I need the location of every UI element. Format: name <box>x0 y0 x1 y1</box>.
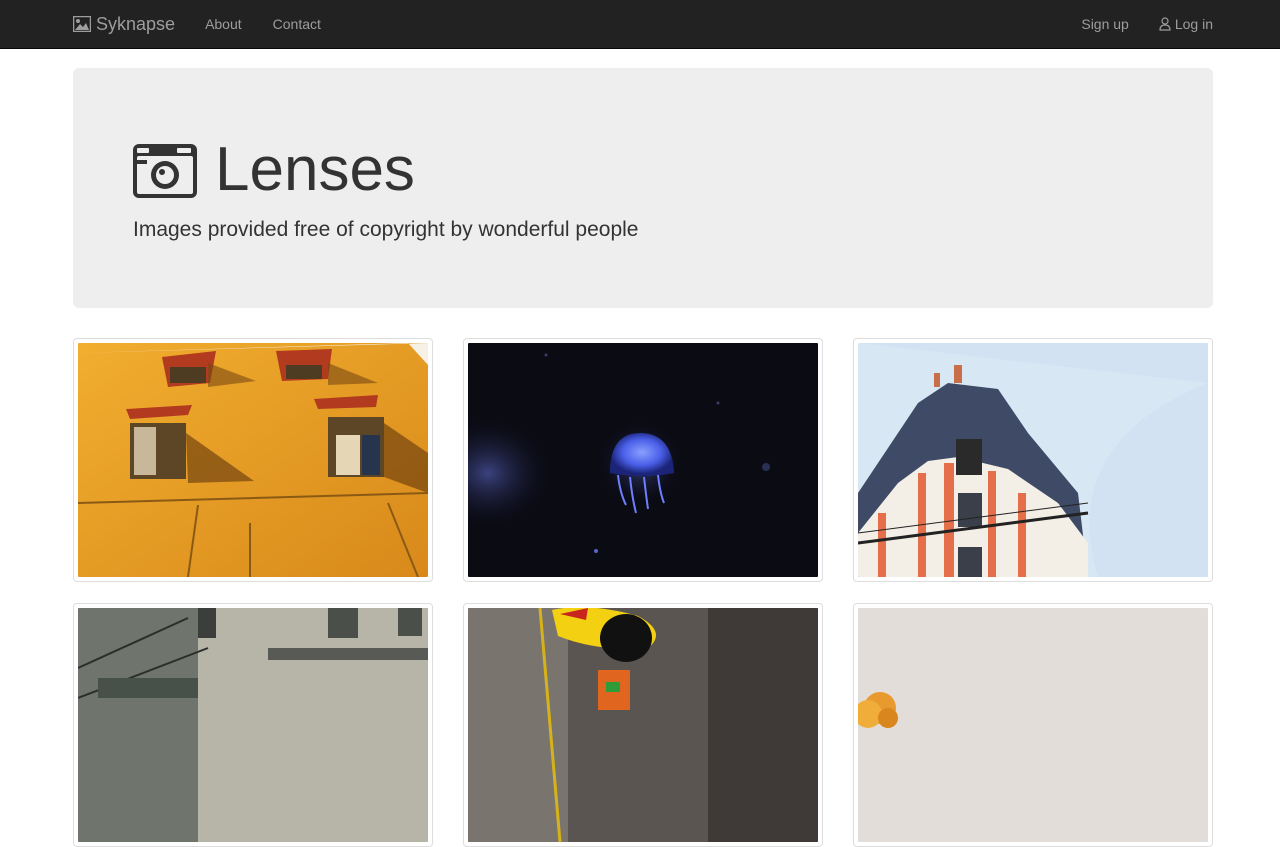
brand-link[interactable]: Syknapse <box>72 13 176 35</box>
nav-about[interactable]: About <box>205 16 242 32</box>
gallery-image-yellow-figure <box>468 608 818 842</box>
jumbotron: Lenses Images provided free of copyright… <box>73 68 1213 308</box>
camera-icon <box>133 142 197 198</box>
gallery-thumbnail-autumn-tree[interactable] <box>853 603 1213 847</box>
image-icon <box>72 15 92 33</box>
nav-login[interactable]: Log in <box>1159 16 1213 32</box>
gallery-thumbnail-jellyfish[interactable] <box>463 338 823 582</box>
page-title-text: Lenses <box>215 135 415 204</box>
page-title: Lenses <box>133 135 415 204</box>
gallery-thumbnail-yellow-wall[interactable] <box>73 338 433 582</box>
gallery-thumbnail-yellow-figure[interactable] <box>463 603 823 847</box>
navbar: Syknapse About Contact Sign up Log in <box>0 0 1280 49</box>
nav-right: Sign up Log in <box>1051 16 1213 32</box>
gallery-image-corner-building <box>858 343 1208 577</box>
gallery-image-autumn-tree <box>858 608 1208 842</box>
gallery-thumbnail-weathered-buildings[interactable] <box>73 603 433 847</box>
brand-label: Syknapse <box>96 13 176 34</box>
gallery-image-weathered-buildings <box>78 608 428 842</box>
page-subtitle: Images provided free of copyright by won… <box>133 218 639 241</box>
navbar-inner: Syknapse About Contact Sign up Log in <box>72 0 1213 48</box>
user-icon <box>1159 17 1171 31</box>
gallery-image-jellyfish <box>468 343 818 577</box>
nav-login-label: Log in <box>1174 16 1213 32</box>
gallery-image-yellow-wall <box>78 343 428 577</box>
nav-signup[interactable]: Sign up <box>1081 16 1128 32</box>
gallery-thumbnail-corner-building[interactable] <box>853 338 1213 582</box>
nav-contact[interactable]: Contact <box>273 16 321 32</box>
